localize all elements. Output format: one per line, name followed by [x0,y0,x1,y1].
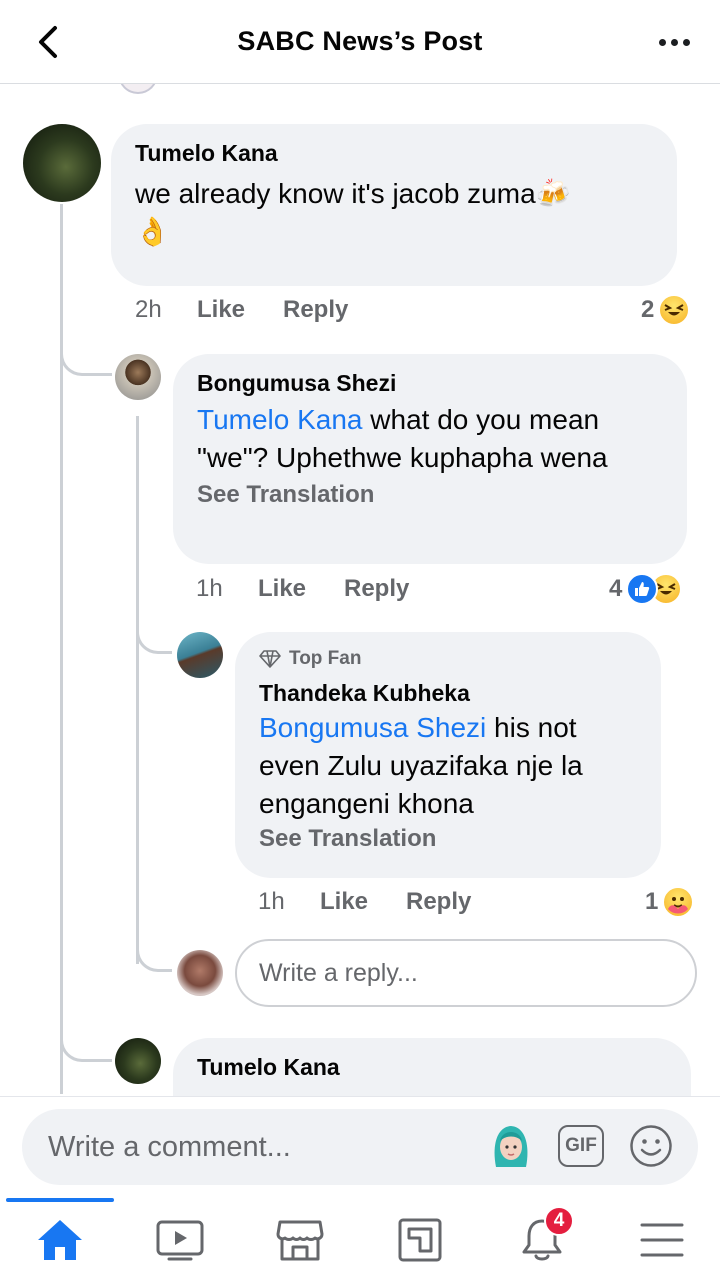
reaction-count: 4 [609,575,623,602]
video-icon [156,1220,204,1261]
comment-text: Tumelo Kana what do you mean "we"? Uphet… [197,404,608,473]
comment-author[interactable]: Thandeka Kubheka [259,680,637,707]
smiley-icon [630,1125,672,1167]
comment-composer: Write a comment... GIF [0,1096,720,1198]
gif-button[interactable]: GIF [558,1123,604,1169]
notification-badge: 4 [544,1206,574,1236]
home-icon [38,1220,82,1260]
comment-bubble: Tumelo Kana we already know it's jacob z… [111,124,677,286]
dot-icon [682,38,690,46]
comment-placeholder: Write a comment... [48,1130,291,1163]
reply-input[interactable]: Write a reply... [235,939,697,1007]
page-title: SABC News’s Post [237,26,483,56]
post-header: SABC News’s Post [0,0,720,84]
comment-bubble: Bongumusa Shezi Tumelo Kana what do you … [173,354,687,564]
avatar[interactable] [177,632,223,678]
thread-connector [136,610,172,654]
like-button[interactable]: Like [258,575,344,603]
avatar[interactable] [115,1038,161,1084]
marketplace-icon [276,1220,324,1261]
comment-actions: 2h Like Reply [135,296,348,324]
care-reaction-icon [662,886,695,918]
comment-time: 1h [196,575,223,602]
comment-text-emoji: 👌 [135,216,170,247]
news-feed-icon [398,1218,442,1262]
comment-author[interactable]: Tumelo Kana [135,140,653,167]
tab-news[interactable] [390,1212,450,1268]
thread-connector [60,1016,112,1062]
avatar[interactable] [115,354,161,400]
thread-connector [60,330,112,376]
tab-marketplace[interactable] [270,1212,330,1268]
comment-text: Bongumusa Shezi his not even Zulu uyazif… [259,712,583,819]
reaction-summary[interactable]: 2 [641,294,691,326]
reply-placeholder: Write a reply... [259,958,418,987]
comment-author[interactable]: Bongumusa Shezi [197,370,663,397]
reaction-summary[interactable]: 4 [609,573,683,605]
comment-text: we already know it's jacob zuma🍻 [135,178,571,209]
like-button[interactable]: Like [197,296,283,324]
thread-connector [136,928,172,972]
top-fan-badge: Top Fan [259,648,637,670]
bottom-tab-bar: 4 [0,1198,720,1280]
avatar [177,950,223,996]
avatar-sticker-button[interactable] [488,1123,534,1169]
reply-button[interactable]: Reply [283,296,348,324]
active-tab-indicator [6,1198,114,1202]
tab-notifications[interactable]: 4 [512,1206,574,1268]
see-translation-link[interactable]: See Translation [197,481,663,509]
more-options-button[interactable] [652,24,696,60]
reaction-count: 1 [645,888,659,915]
comment-bubble: Top Fan Thandeka Kubheka Bongumusa Shezi… [235,632,661,878]
avatar[interactable] [23,124,101,202]
gif-icon: GIF [558,1125,604,1167]
tab-home[interactable] [30,1212,90,1268]
dot-icon [658,38,666,46]
reply-button[interactable]: Reply [344,575,409,603]
thread-line [136,416,139,964]
comment-time: 1h [258,888,285,915]
dot-icon [670,38,678,46]
tab-watch[interactable] [150,1212,210,1268]
mention-link[interactable]: Tumelo Kana [197,404,363,435]
avatar-sticker-icon [494,1126,528,1167]
tab-menu[interactable] [632,1212,692,1268]
menu-icon [640,1223,684,1257]
mention-link[interactable]: Bongumusa Shezi [259,712,486,743]
diamond-icon [259,650,281,668]
like-button[interactable]: Like [320,888,406,916]
see-translation-link[interactable]: See Translation [259,825,637,853]
comment-author[interactable]: Tumelo Kana [197,1054,667,1081]
reaction-summary[interactable]: 1 [645,886,695,918]
like-reaction-icon [626,573,659,605]
comment-actions: 1h Like Reply [196,575,409,603]
comment-actions: 1h Like Reply [258,888,471,916]
haha-reaction-icon [658,294,691,326]
comment-time: 2h [135,296,162,323]
emoji-button[interactable] [628,1123,674,1169]
reaction-count: 2 [641,296,655,323]
reply-button[interactable]: Reply [406,888,471,916]
